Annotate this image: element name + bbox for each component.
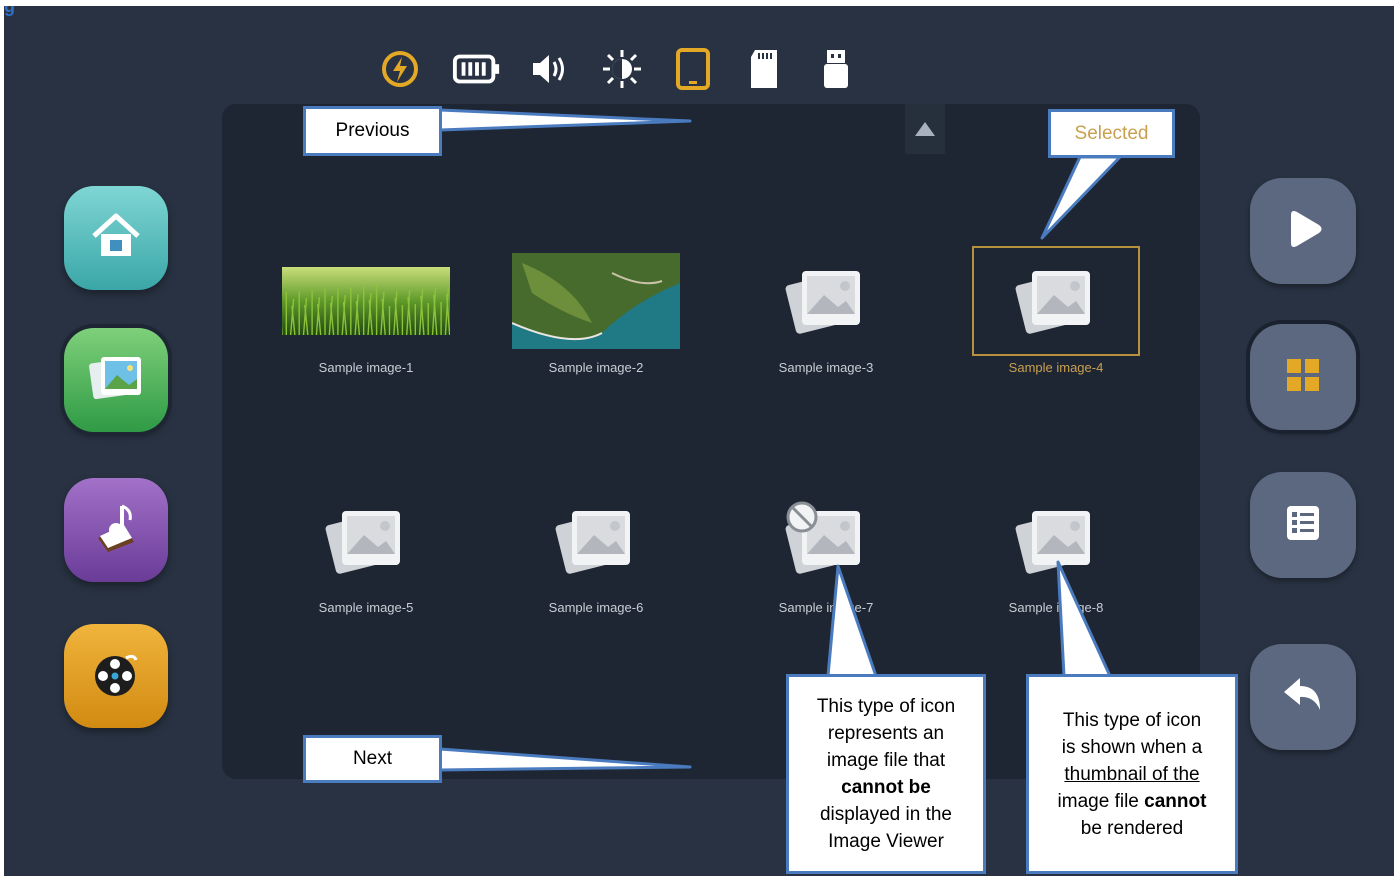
image-viewer-app-button[interactable] xyxy=(64,328,168,432)
callout-line: is shown when a xyxy=(1061,736,1203,758)
callout-line: Image Viewer xyxy=(828,831,944,852)
previous-page-button[interactable] xyxy=(905,104,945,154)
image-tile-label: Sample image-8 xyxy=(1008,600,1104,615)
back-button[interactable] xyxy=(1250,644,1356,750)
list-view-button[interactable] xyxy=(1250,472,1356,578)
image-tile-label: Sample image-1 xyxy=(318,360,414,375)
image-tile-label: Sample image-7 xyxy=(778,600,874,615)
selected-callout: Selected xyxy=(1048,109,1175,158)
generic-image-icon xyxy=(972,486,1140,596)
callout-line: image file that xyxy=(826,750,946,771)
generic-image-icon xyxy=(972,246,1140,356)
callout-emphasis: cannot xyxy=(1144,790,1207,812)
image-thumbnail xyxy=(282,246,450,356)
callout-line: displayed in the xyxy=(819,804,953,825)
image-thumbnail xyxy=(512,246,680,356)
usb-drive-icon[interactable] xyxy=(811,44,861,94)
slideshow-play-button[interactable] xyxy=(1250,178,1356,284)
callout-line: thumbnail of the xyxy=(1064,763,1200,785)
next-callout: Next xyxy=(303,735,442,783)
callout-line: image file cannot xyxy=(1057,790,1207,812)
music-icon xyxy=(86,498,146,562)
next-callout-text: Next xyxy=(352,748,393,769)
heading-fragment: g xyxy=(4,6,15,16)
callout-line: represents an xyxy=(827,723,945,744)
list-view-icon xyxy=(1281,501,1325,549)
selected-callout-text: Selected xyxy=(1074,122,1149,144)
image-tile[interactable]: Sample image-8 xyxy=(952,486,1152,646)
image-viewer-icon xyxy=(85,347,147,413)
image-tile-label: Sample image-4 xyxy=(1008,360,1104,375)
image-tile-label: Sample image-3 xyxy=(778,360,874,375)
battery-icon[interactable] xyxy=(452,44,502,94)
image-tile[interactable]: Sample image-6 xyxy=(492,486,692,646)
tablet-icon[interactable] xyxy=(668,44,718,94)
image-tile[interactable]: Sample image-7 xyxy=(722,486,922,646)
sd-card-icon[interactable] xyxy=(739,44,789,94)
generic-image-icon xyxy=(282,486,450,596)
video-reel-icon xyxy=(86,644,146,708)
back-icon xyxy=(1278,670,1328,724)
video-app-button[interactable] xyxy=(64,624,168,728)
image-tile[interactable]: Sample image-1 xyxy=(262,246,462,406)
callout-line: be rendered xyxy=(1080,817,1184,839)
image-tile[interactable]: Sample image-4 xyxy=(952,246,1152,406)
image-tile-label: Sample image-5 xyxy=(318,600,414,615)
no-thumbnail-callout: This type of icon is shown when a thumbn… xyxy=(1026,674,1238,874)
callout-line: cannot be xyxy=(841,777,931,798)
unsupported-image-callout: This type of icon represents an image fi… xyxy=(786,674,986,874)
grid-view-button[interactable] xyxy=(1250,324,1356,430)
brightness-icon[interactable] xyxy=(597,44,647,94)
callout-line: This type of icon xyxy=(1062,709,1202,731)
generic-image-icon xyxy=(742,246,910,356)
image-tile[interactable]: Sample image-3 xyxy=(722,246,922,406)
home-icon xyxy=(86,206,146,270)
image-tile-label: Sample image-2 xyxy=(548,360,644,375)
previous-callout-text: Previous xyxy=(335,120,410,141)
music-app-button[interactable] xyxy=(64,478,168,582)
power-icon[interactable] xyxy=(375,44,425,94)
image-tile-label: Sample image-6 xyxy=(548,600,644,615)
generic-image-icon xyxy=(512,486,680,596)
callout-line: This type of icon xyxy=(816,696,956,717)
image-tile[interactable]: Sample image-5 xyxy=(262,486,462,646)
grid-view-icon xyxy=(1279,351,1327,403)
home-app-button[interactable] xyxy=(64,186,168,290)
volume-icon[interactable] xyxy=(524,44,574,94)
unsupported-image-icon xyxy=(742,486,910,596)
image-tile[interactable]: Sample image-2 xyxy=(492,246,692,406)
previous-callout: Previous xyxy=(303,106,442,156)
play-icon xyxy=(1279,205,1327,257)
